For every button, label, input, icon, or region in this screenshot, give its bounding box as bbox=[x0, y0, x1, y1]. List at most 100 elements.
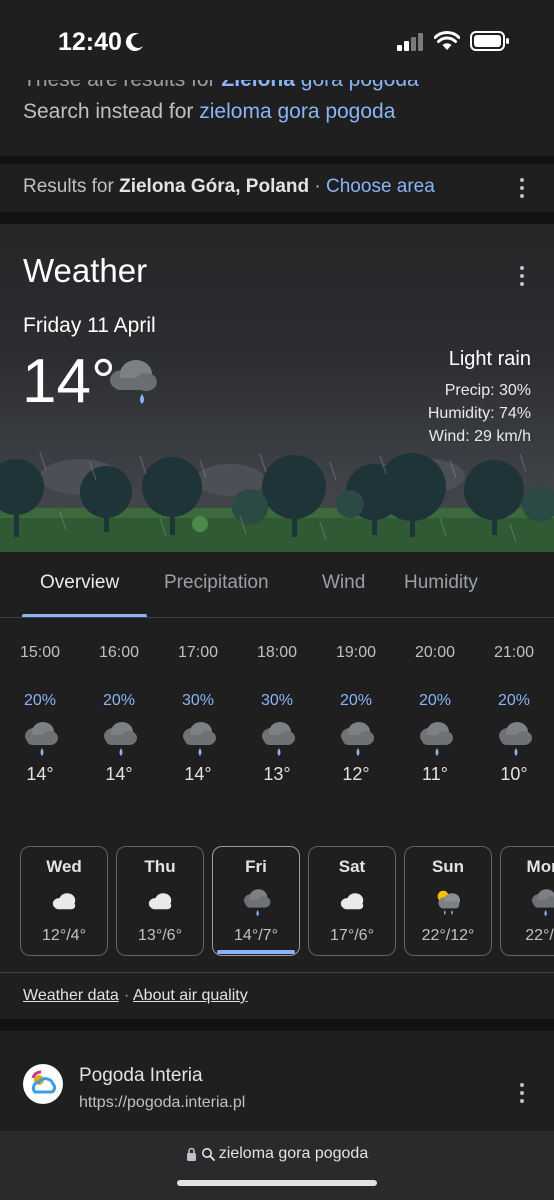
hourly-item[interactable]: 19:00 20% 12° bbox=[326, 644, 386, 785]
weather-condition: Light rain bbox=[448, 348, 531, 370]
site-favicon bbox=[23, 1064, 63, 1104]
rain-cloud-icon bbox=[420, 722, 453, 756]
divider bbox=[0, 1019, 554, 1031]
wifi-icon bbox=[434, 31, 460, 50]
day-name: Fri bbox=[245, 857, 267, 876]
result-site-name[interactable]: Pogoda Interia bbox=[79, 1065, 203, 1087]
home-indicator[interactable] bbox=[177, 1180, 377, 1186]
hour-temperature: 14° bbox=[26, 764, 54, 784]
day-name: Sun bbox=[431, 857, 465, 876]
search-result[interactable]: Pogoda Interia https://pogoda.interia.pl bbox=[0, 1031, 554, 1131]
hour-precip-chance: 20% bbox=[497, 692, 531, 709]
active-tab-indicator bbox=[22, 614, 147, 617]
day-icon-wrap bbox=[213, 885, 299, 919]
cloud-icon bbox=[340, 893, 364, 910]
hourly-item[interactable]: 21:00 20% 10° bbox=[484, 644, 544, 785]
day-temperature: 22°/12° bbox=[421, 927, 475, 944]
rain-cloud-icon bbox=[110, 360, 157, 404]
lock-icon bbox=[186, 1147, 196, 1161]
results-for-text: Results for Zielona Góra, Poland · Choos… bbox=[23, 176, 435, 198]
weather-more-options-icon[interactable] bbox=[512, 264, 532, 288]
moon-icon bbox=[125, 33, 143, 52]
hour-time: 15:00 bbox=[19, 644, 61, 661]
address-row[interactable]: zieloma gora pogoda bbox=[0, 1145, 554, 1163]
rain-cloud-icon bbox=[341, 722, 374, 756]
hourly-item[interactable]: 18:00 30% 13° bbox=[247, 644, 307, 785]
status-bar: 12:40 bbox=[0, 0, 554, 80]
hour-icon-wrap bbox=[484, 718, 544, 762]
day-card-fri[interactable]: Fri 14°/7° bbox=[212, 846, 300, 956]
tab-overview[interactable]: Overview bbox=[40, 572, 119, 594]
weather-logo-icon bbox=[31, 1070, 57, 1094]
humidity-stat: Humidity: 74% bbox=[427, 405, 531, 422]
hour-precip-chance: 30% bbox=[260, 692, 294, 709]
hour-time: 18:00 bbox=[256, 644, 298, 661]
tab-humidity[interactable]: Humidity bbox=[404, 572, 478, 594]
rain-cloud-icon bbox=[104, 722, 137, 756]
current-temperature: 14° bbox=[22, 347, 116, 416]
corrected-query-line: These are results for Zielona gora pogod… bbox=[23, 80, 419, 92]
more-options-icon[interactable] bbox=[512, 176, 532, 200]
rainy-landscape-illustration bbox=[0, 452, 554, 552]
air-quality-link[interactable]: About air quality bbox=[133, 987, 248, 1005]
tab-precipitation[interactable]: Precipitation bbox=[164, 572, 269, 594]
choose-area-link[interactable]: Choose area bbox=[326, 176, 435, 197]
results-for-separator: · bbox=[309, 176, 327, 197]
tab-wind[interactable]: Wind bbox=[322, 572, 365, 594]
spelling-correction: These are results for Zielona gora pogod… bbox=[0, 80, 554, 156]
weather-title: Weather bbox=[23, 252, 148, 289]
hour-time: 19:00 bbox=[335, 644, 377, 661]
hour-temperature: 14° bbox=[184, 764, 212, 784]
day-name: Wed bbox=[46, 857, 82, 876]
results-for-place: Zielona Góra, Poland bbox=[119, 176, 310, 197]
result-url[interactable]: https://pogoda.interia.pl bbox=[79, 1094, 245, 1112]
day-card-sat[interactable]: Sat 17°/6° bbox=[308, 846, 396, 956]
corrected-query-link[interactable]: Zielona bbox=[221, 80, 295, 91]
signal-icon bbox=[397, 33, 423, 51]
day-temperature: 22°/1 bbox=[525, 927, 554, 944]
day-name: Mon bbox=[526, 857, 554, 876]
hourly-item[interactable]: 16:00 20% 14° bbox=[89, 644, 149, 785]
hour-time: 20:00 bbox=[414, 644, 456, 661]
hour-temperature: 10° bbox=[500, 764, 528, 784]
day-icon-wrap bbox=[117, 885, 203, 919]
rain-cloud-icon bbox=[499, 722, 532, 756]
rain-cloud-icon bbox=[532, 889, 554, 917]
cloud-icon bbox=[52, 893, 76, 910]
corrected-query-rest[interactable]: gora pogoda bbox=[295, 80, 419, 91]
hour-precip-chance: 20% bbox=[418, 692, 452, 709]
day-icon-wrap bbox=[21, 885, 107, 919]
day-temperature: 17°/6° bbox=[330, 927, 374, 944]
browser-address-bar[interactable]: zieloma gora pogoda bbox=[0, 1131, 554, 1200]
result-more-options-icon[interactable] bbox=[512, 1081, 532, 1105]
day-card-sun[interactable]: Sun 22°/12° bbox=[404, 846, 492, 956]
hour-temperature: 11° bbox=[422, 764, 448, 784]
hour-icon-wrap bbox=[247, 718, 307, 762]
day-temperature: 14°/7° bbox=[234, 927, 278, 944]
search-instead-link[interactable]: zieloma gora pogoda bbox=[199, 100, 395, 123]
address-query[interactable]: zieloma gora pogoda bbox=[219, 1145, 368, 1163]
hourly-item[interactable]: 20:00 20% 11° bbox=[405, 644, 465, 785]
hour-time: 21:00 bbox=[493, 644, 535, 661]
hourly-item[interactable]: 15:00 20% 14° bbox=[10, 644, 70, 785]
wind-stat: Wind: 29 km/h bbox=[428, 428, 531, 445]
hour-precip-chance: 20% bbox=[23, 692, 57, 709]
hour-time: 16:00 bbox=[98, 644, 140, 661]
selected-day-indicator bbox=[217, 950, 295, 954]
hour-icon-wrap bbox=[89, 718, 149, 762]
hourly-item[interactable]: 17:00 30% 14° bbox=[168, 644, 228, 785]
footer-separator: · bbox=[124, 987, 130, 1004]
hour-temperature: 12° bbox=[342, 764, 370, 784]
hour-icon-wrap bbox=[168, 718, 228, 762]
day-card-thu[interactable]: Thu 13°/6° bbox=[116, 846, 204, 956]
weather-data-link[interactable]: Weather data bbox=[23, 987, 119, 1005]
hour-time: 17:00 bbox=[177, 644, 219, 661]
day-temperature: 12°/4° bbox=[42, 927, 86, 944]
search-icon bbox=[201, 1148, 215, 1161]
divider bbox=[0, 156, 554, 164]
day-card-wed[interactable]: Wed 12°/4° bbox=[20, 846, 108, 956]
weather-card: Weather Friday 11 April 14° Light rain P… bbox=[0, 224, 554, 1019]
day-card-mon[interactable]: Mon 22°/1 bbox=[500, 846, 554, 956]
hour-precip-chance: 20% bbox=[339, 692, 373, 709]
weather-tabs: Overview Precipitation Wind Humidity bbox=[0, 552, 554, 618]
